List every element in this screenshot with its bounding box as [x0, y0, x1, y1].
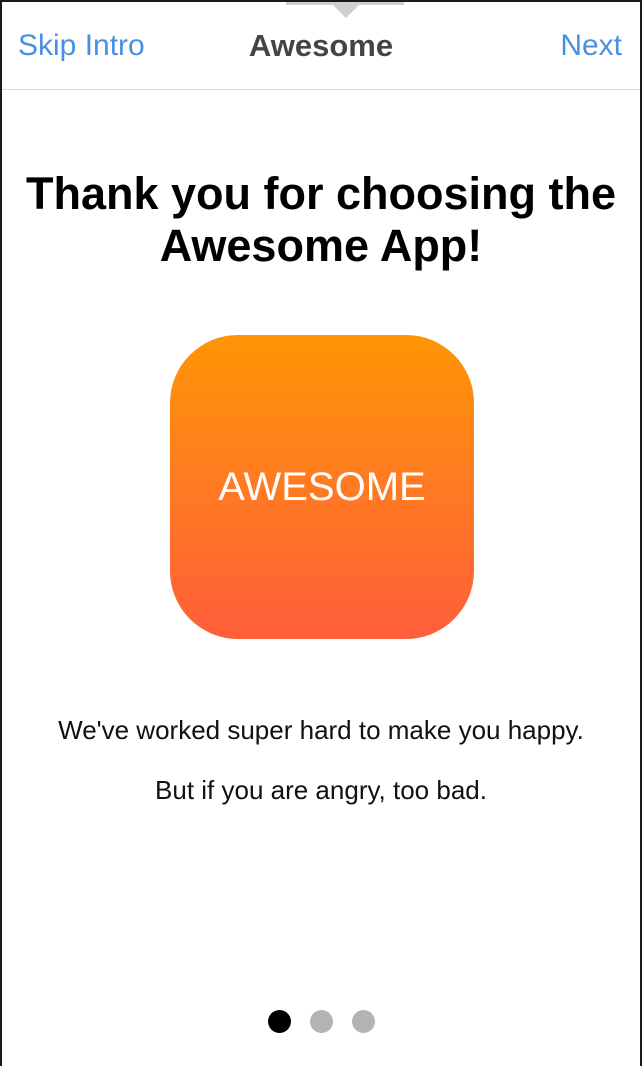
message-line-1: We've worked super hard to make you happ…	[58, 715, 584, 745]
skip-intro-button[interactable]: Skip Intro	[18, 28, 145, 64]
app-icon: AWESOME	[170, 335, 474, 639]
page-dot-3[interactable]	[351, 1010, 375, 1033]
page-headline: Thank you for choosing the Awesome App!	[25, 168, 616, 271]
chevron-down-icon	[330, 2, 362, 18]
navigation-bar: Skip Intro Awesome Next	[2, 2, 640, 90]
page-dot-2[interactable]	[309, 1010, 333, 1033]
next-button[interactable]: Next	[560, 28, 622, 64]
message-line-2: But if you are angry, too bad.	[155, 775, 487, 805]
app-screen: Skip Intro Awesome Next Thank you for ch…	[0, 0, 642, 1066]
page-dot-1[interactable]	[267, 1010, 291, 1033]
app-icon-label: AWESOME	[218, 464, 426, 509]
page-indicator	[2, 1010, 640, 1033]
